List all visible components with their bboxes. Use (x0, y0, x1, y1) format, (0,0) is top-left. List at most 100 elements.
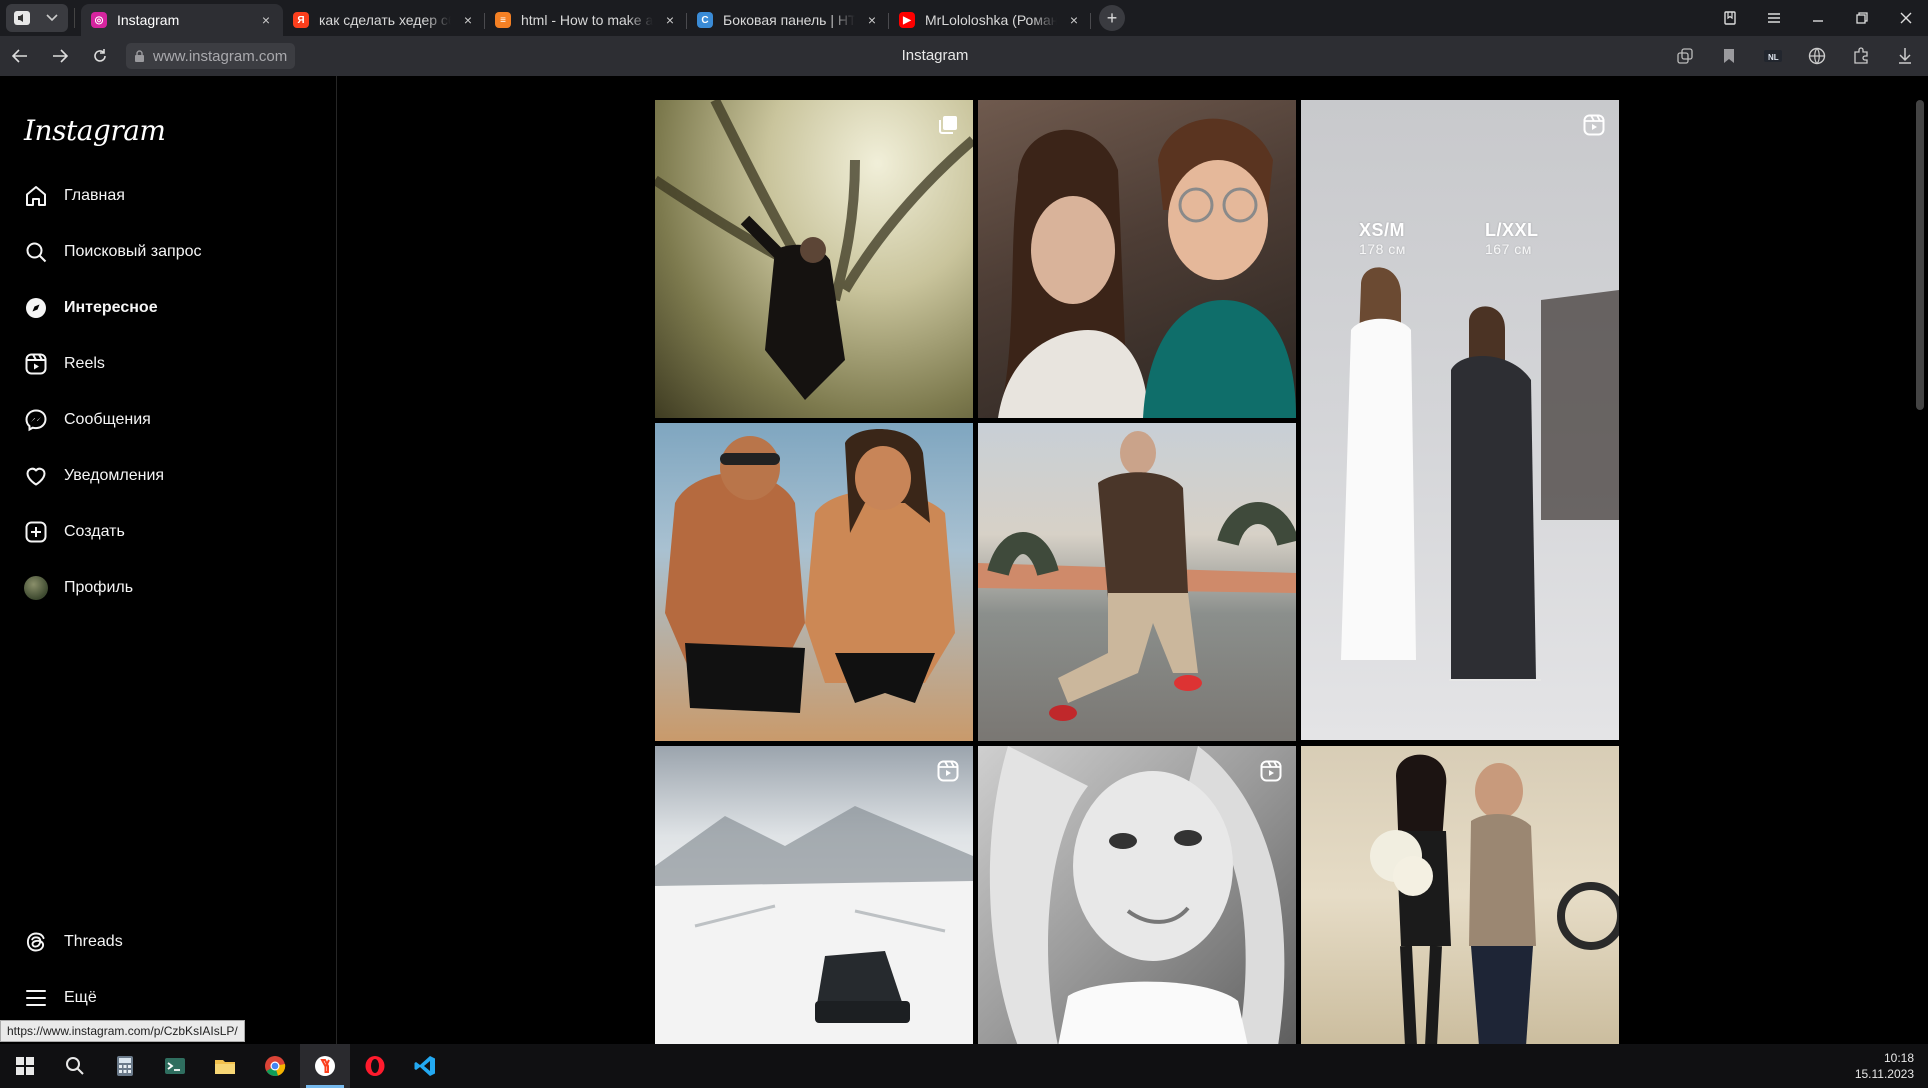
forward-button[interactable] (40, 36, 80, 76)
sidebar-item-label: Интересное (64, 299, 158, 316)
search-icon[interactable] (50, 1044, 100, 1088)
browser-tab-strip: ◎ Instagram × Якак сделать хедер сбоку – × ≡ h… (0, 0, 1928, 36)
url-field[interactable]: www.instagram.com (126, 43, 296, 69)
sidebar-item-label: Главная (64, 187, 125, 204)
sidebar-item-threads[interactable]: Threads (12, 914, 322, 970)
minimize-icon[interactable] (1796, 0, 1840, 36)
tabs: ◎ Instagram × Якак сделать хедер сбоку – × ≡ h… (81, 0, 1091, 36)
sidebar-item-home[interactable]: Главная (12, 168, 322, 224)
sidebar-item-reels[interactable]: Reels (12, 336, 322, 392)
close-tab-icon[interactable]: × (461, 13, 475, 27)
post-thumbnail[interactable] (978, 423, 1296, 741)
tab-divider (1090, 13, 1091, 29)
extensions-icon[interactable] (1846, 41, 1876, 71)
browser-tab[interactable]: ◎ Instagram × (81, 4, 283, 36)
address-bar-tools: NL (1670, 36, 1920, 76)
chrome-icon[interactable] (250, 1044, 300, 1088)
couple-selfie-photo (998, 118, 1296, 418)
copy-link-icon[interactable] (1670, 41, 1700, 71)
chevron-down-icon[interactable] (40, 7, 64, 29)
sidebar-item-messages[interactable]: Сообщения (12, 392, 322, 448)
sidebar-item-search[interactable]: Поисковый запрос (12, 224, 322, 280)
address-bar: www.instagram.com Instagram NL (0, 36, 1928, 76)
explore-feed: XS/M 178 см L/XXL 167 см (338, 76, 1912, 1044)
page-scrollbar[interactable] (1912, 76, 1928, 1044)
browser-tab[interactable]: ▶ MrLololoshka (Роман × (889, 4, 1091, 36)
bodybuilders-photo (665, 429, 955, 713)
street-walk-photo (978, 431, 1296, 721)
new-tab-button[interactable]: + (1099, 5, 1125, 31)
plus-square-icon (24, 520, 48, 544)
sidebar-nav: Главная Поисковый запрос Интересное Reel… (12, 168, 322, 616)
sidebar-item-label: Ещё (64, 989, 97, 1006)
bookmark-icon[interactable] (1714, 41, 1744, 71)
sidebar-item-create[interactable]: Создать (12, 504, 322, 560)
sidebar-item-profile[interactable]: Профиль (12, 560, 322, 616)
file-explorer-icon[interactable] (200, 1044, 250, 1088)
reload-button[interactable] (80, 36, 120, 76)
menu-icon[interactable] (1752, 0, 1796, 36)
sidebar-item-label: Создать (64, 523, 125, 540)
sidebar-item-notifications[interactable]: Уведомления (12, 448, 322, 504)
search-icon (24, 240, 48, 264)
scrollbar-thumb[interactable] (1916, 100, 1924, 410)
threads-icon (24, 930, 48, 954)
close-tab-icon[interactable]: × (663, 13, 677, 27)
sidebar-item-explore[interactable]: Интересное (12, 280, 322, 336)
sound-icon[interactable] (10, 7, 34, 29)
webpage-icon: C (697, 12, 713, 28)
tab-controls[interactable] (6, 4, 68, 32)
post-thumbnail[interactable] (978, 746, 1296, 1044)
translate-extension-icon[interactable]: NL (1758, 41, 1788, 71)
post-thumbnail[interactable] (655, 746, 973, 1044)
clock-time: 10:18 (1883, 1051, 1914, 1065)
post-thumbnail[interactable] (978, 100, 1296, 418)
browser-tab[interactable]: C Боковая панель | HTML | С × (687, 4, 889, 36)
reels-icon (1260, 760, 1282, 782)
download-icon[interactable] (1890, 41, 1920, 71)
post-thumbnail[interactable] (655, 100, 973, 418)
sidebar-item-more[interactable]: Ещё (12, 970, 322, 1026)
calculator-icon[interactable] (100, 1044, 150, 1088)
post-thumbnail[interactable]: XS/M 178 см L/XXL 167 см (1301, 100, 1619, 740)
arrow-left-icon (12, 49, 27, 63)
browser-tab[interactable]: Якак сделать хедер сбоку – × (283, 4, 485, 36)
yandex-browser-icon[interactable] (300, 1044, 350, 1088)
tab-title: html - How to make a page (521, 12, 653, 28)
arrow-right-icon (53, 49, 68, 63)
back-button[interactable] (0, 36, 40, 76)
snow-car-photo (655, 806, 973, 1044)
globe-icon[interactable] (1802, 41, 1832, 71)
tab-separator (74, 8, 75, 28)
close-icon[interactable] (1884, 0, 1928, 36)
youtube-icon: ▶ (899, 12, 915, 28)
url-text: www.instagram.com (153, 47, 288, 65)
reels-icon (1583, 114, 1605, 136)
post-thumbnail[interactable] (655, 423, 973, 741)
lock-icon (135, 49, 144, 62)
reload-icon (94, 49, 106, 62)
stackoverflow-icon: ≡ (495, 12, 511, 28)
close-tab-icon[interactable]: × (259, 13, 273, 27)
portrait-bw-photo (989, 746, 1285, 1044)
close-tab-icon[interactable]: × (865, 13, 879, 27)
tab-title: Боковая панель | HTML | С (723, 12, 855, 28)
windows-start-icon[interactable] (0, 1044, 50, 1088)
opera-icon[interactable] (350, 1044, 400, 1088)
instagram-logo[interactable]: Instagram (24, 114, 166, 147)
tab-title: Instagram (117, 12, 180, 28)
browser-tab[interactable]: ≡ html - How to make a page × (485, 4, 687, 36)
vscode-icon[interactable] (400, 1044, 450, 1088)
couple-flowers-photo (1370, 754, 1619, 1044)
system-clock[interactable]: 10:18 15.11.2023 (1855, 1050, 1914, 1082)
sidebar-item-label: Сообщения (64, 411, 151, 428)
close-tab-icon[interactable]: × (1067, 13, 1081, 27)
sidebar-item-label: Поисковый запрос (64, 243, 202, 260)
sidebar-item-label: Уведомления (64, 467, 165, 484)
bookmarks-panel-icon[interactable] (1708, 0, 1752, 36)
terminal-icon[interactable] (150, 1044, 200, 1088)
instagram-sidebar: Instagram Главная Поисковый запрос Интер… (0, 76, 337, 1044)
restore-icon[interactable] (1840, 0, 1884, 36)
tab-title: MrLololoshka (Роман (925, 12, 1057, 28)
post-thumbnail[interactable] (1301, 746, 1619, 1044)
